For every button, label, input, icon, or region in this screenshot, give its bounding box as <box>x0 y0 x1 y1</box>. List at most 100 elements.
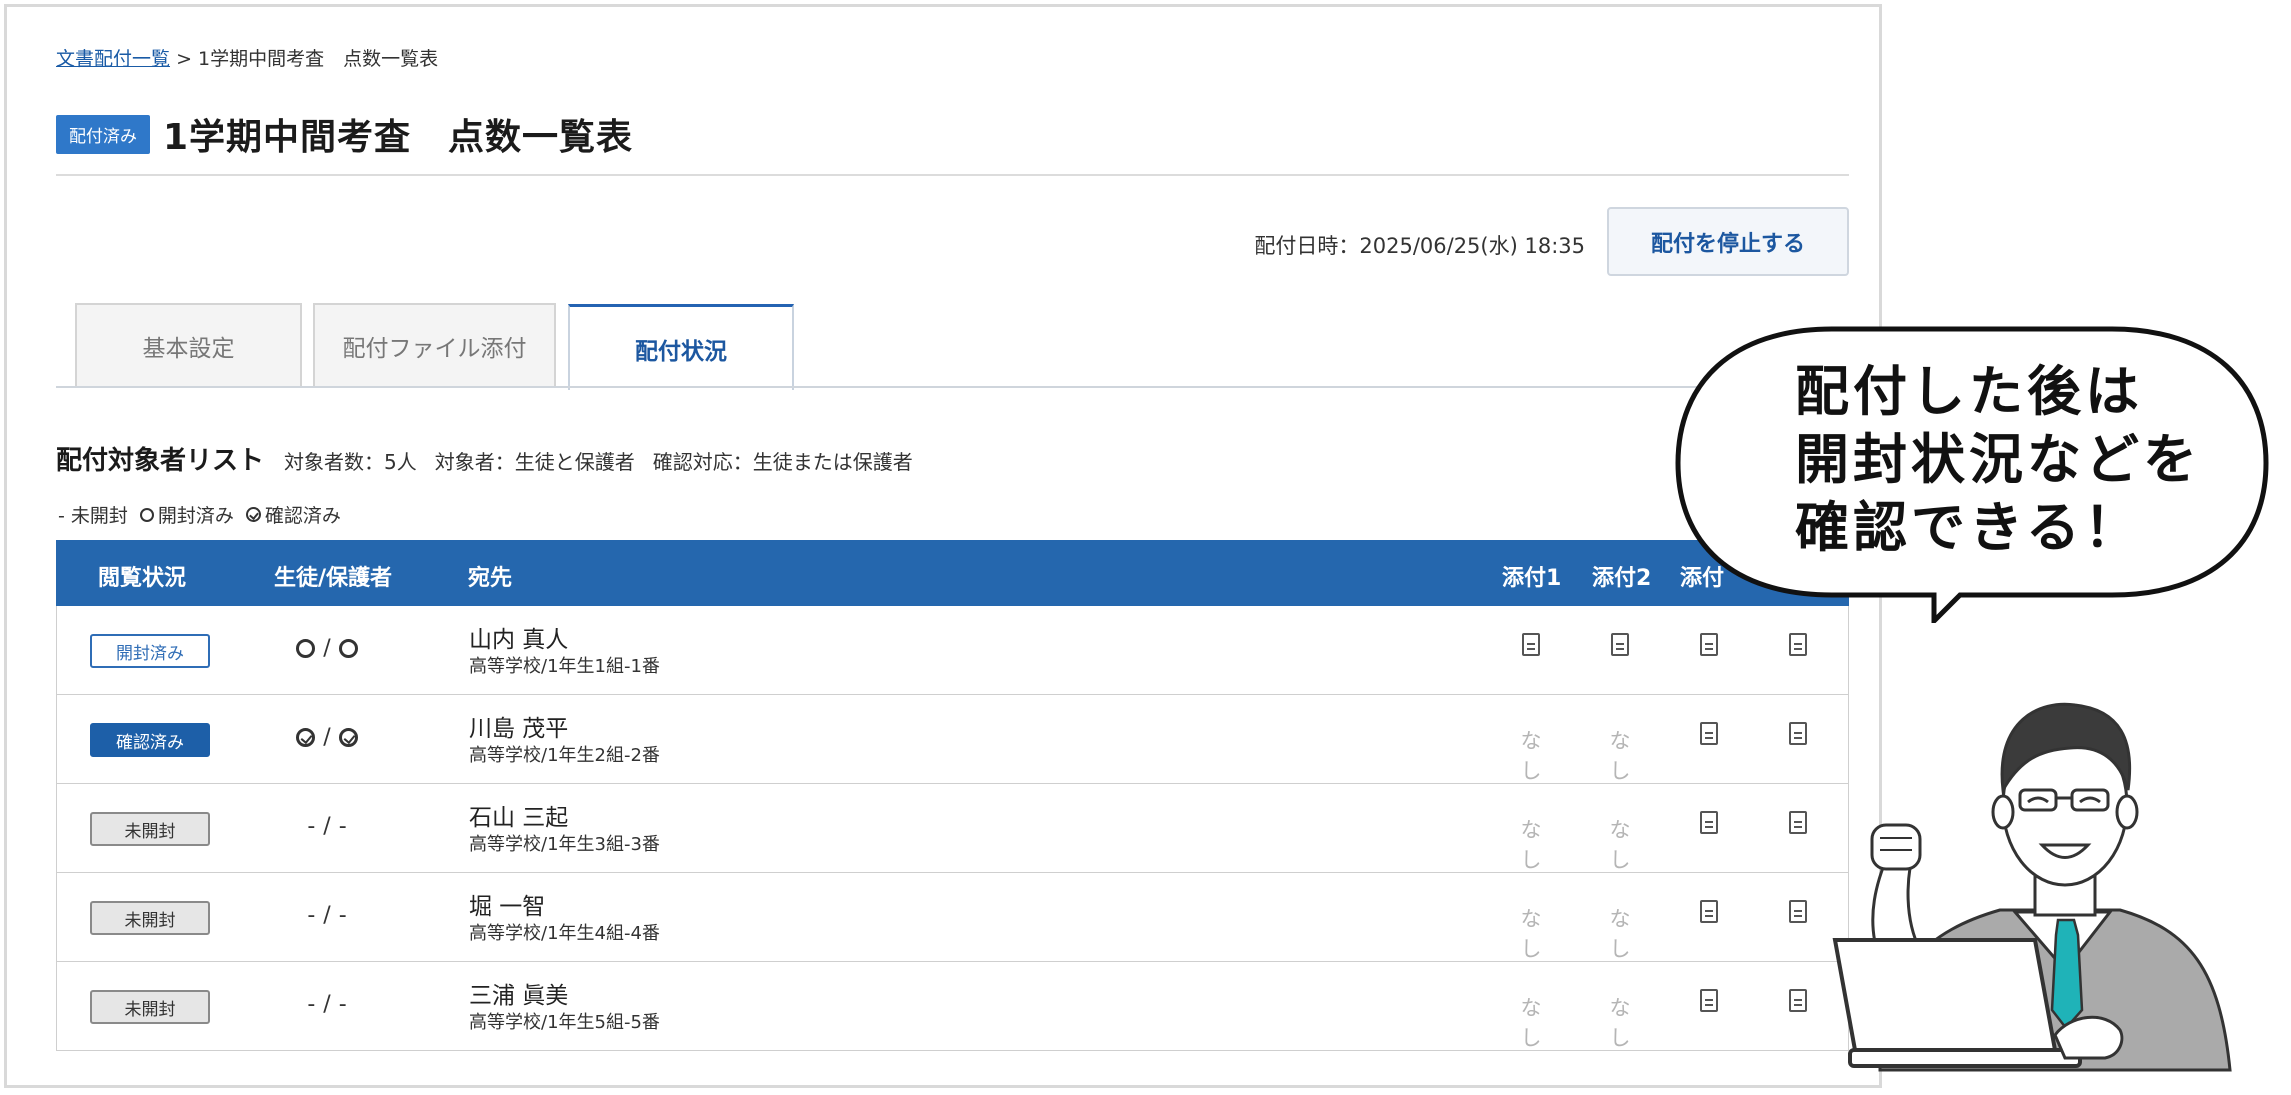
recipient-name: 山内 真人 <box>469 627 569 653</box>
attachment-4-document-icon[interactable] <box>1778 722 1818 751</box>
legend-opened: 開封済み <box>139 501 234 528</box>
breadcrumb-separator: > <box>176 48 192 70</box>
recipient-list-title: 配付対象者リスト <box>56 446 265 476</box>
recipient-school: 高等学校/1年生4組-4番 <box>469 923 660 944</box>
tabs-divider <box>56 386 1849 388</box>
col-attachment-2: 添付2 <box>1592 566 1652 591</box>
stop-distribution-button[interactable]: 配付を停止する <box>1607 207 1849 276</box>
dash-text: - <box>338 992 347 1017</box>
attachment-4-document-icon[interactable] <box>1778 633 1818 662</box>
legend-confirmed-label: 確認済み <box>264 505 341 527</box>
table-body: 開封済み / 山内 真人 高等学校/1年生1組-1番 確認済み / 川島 茂平 高等学校/1年… <box>56 606 1849 1051</box>
recipient-list-heading: 配付対象者リスト 対象者数：5人 対象者：生徒と保護者 確認対応：生徒または保護… <box>56 440 931 477</box>
recipient-count: 対象者数：5人 <box>284 450 417 474</box>
recipient-name: 石山 三起 <box>469 805 569 831</box>
attachment-2-none: なし <box>1609 729 1631 783</box>
breadcrumb-link-document-list[interactable]: 文書配付一覧 <box>56 48 170 70</box>
view-status-badge: 開封済み <box>90 634 210 668</box>
slash-text: / <box>323 992 331 1017</box>
status-tag: 配付済み <box>56 114 150 154</box>
attachment-1-none: なし <box>1520 729 1542 783</box>
legend-opened-label: 開封済み <box>157 505 234 527</box>
attachment-4-document-icon[interactable] <box>1778 900 1818 929</box>
student-guardian-status: / <box>247 725 407 750</box>
recipient-name: 三浦 眞美 <box>469 983 569 1009</box>
legend-unopened-label: - 未開封 <box>58 505 128 527</box>
view-status-badge: 確認済み <box>90 723 210 757</box>
student-guardian-status: - / - <box>247 903 407 928</box>
circle-icon <box>296 639 316 658</box>
circle-icon <box>338 639 358 658</box>
recipient-school: 高等学校/1年生5組-5番 <box>469 1012 660 1033</box>
recipient-confirm: 確認対応：生徒または保護者 <box>652 450 913 474</box>
attachment-2-none: なし <box>1609 996 1631 1050</box>
student-guardian-status: - / - <box>247 814 407 839</box>
title-divider <box>56 174 1849 176</box>
slash-text: / <box>323 814 331 839</box>
slash-text: / <box>323 636 331 661</box>
attachment-4-document-icon[interactable] <box>1778 989 1818 1018</box>
distribution-status-table: 閲覧状況 生徒/保護者 宛先 添付1 添付2 添付 開封済み / 山内 真人高等学校… <box>56 540 1849 1051</box>
circle-icon <box>139 507 154 522</box>
check-circle-icon <box>245 507 261 522</box>
title-row: 配付済み 1学期中間考査 点数一覧表 <box>56 108 633 160</box>
dash-text: - <box>307 814 316 839</box>
dash-text: - <box>338 814 347 839</box>
attachment-3-document-icon[interactable] <box>1689 722 1729 751</box>
student-guardian-status: / <box>247 636 407 661</box>
col-recipient: 宛先 <box>468 566 513 591</box>
legend-unopened: - 未開封 <box>58 501 128 528</box>
attachment-1-document-icon[interactable] <box>1511 633 1551 662</box>
table-row[interactable]: 確認済み / 川島 茂平高等学校/1年生2組-2番 なし なし <box>56 695 1849 784</box>
recipient-name: 堀 一智 <box>469 894 546 920</box>
status-legend: - 未開封 開封済み 確認済み <box>58 501 341 528</box>
view-status-badge: 未開封 <box>90 812 210 846</box>
attachment-2-none: なし <box>1609 818 1631 872</box>
attachment-1-none: なし <box>1520 907 1542 961</box>
view-status-badge: 未開封 <box>90 990 210 1024</box>
breadcrumb-current: 1学期中間考査 点数一覧表 <box>198 48 439 70</box>
col-student-guardian: 生徒/保護者 <box>274 566 393 591</box>
table-row[interactable]: 開封済み / 山内 真人高等学校/1年生1組-1番 <box>56 606 1849 695</box>
distribution-date: 配付日時：2025/06/25(水) 18:35 <box>1254 234 1585 258</box>
dash-text: - <box>338 903 347 928</box>
table-header: 閲覧状況 生徒/保護者 宛先 添付1 添付2 添付 <box>56 540 1849 606</box>
tab-basic-settings[interactable]: 基本設定 <box>75 303 302 387</box>
dash-text: - <box>307 903 316 928</box>
attachment-3-document-icon[interactable] <box>1689 633 1729 662</box>
attachment-1-none: なし <box>1520 996 1542 1050</box>
tab-distribution-status[interactable]: 配付状況 <box>568 304 794 390</box>
attachment-3-document-icon[interactable] <box>1689 989 1729 1018</box>
check-circle-icon <box>338 728 358 747</box>
table-row[interactable]: 未開封 - / - 堀 一智高等学校/1年生4組-4番 なし なし <box>56 873 1849 962</box>
col-attachment-1: 添付1 <box>1502 566 1562 591</box>
speech-line-2: 開封状況などを <box>1795 428 2201 491</box>
recipient-targets: 対象者：生徒と保護者 <box>434 450 635 474</box>
student-guardian-status: - / - <box>247 992 407 1017</box>
slash-text: / <box>323 725 331 750</box>
speech-line-3: 確認できる！ <box>1795 496 2142 559</box>
view-status-badge: 未開封 <box>90 901 210 935</box>
attachment-2-none: なし <box>1609 907 1631 961</box>
check-circle-icon <box>296 728 316 747</box>
recipient-name: 川島 茂平 <box>469 716 569 742</box>
attachment-2-document-icon[interactable] <box>1600 633 1640 662</box>
slash-text: / <box>323 903 331 928</box>
tab-file-attachment[interactable]: 配付ファイル添付 <box>313 303 556 387</box>
dash-text: - <box>307 992 316 1017</box>
recipient-school: 高等学校/1年生2組-2番 <box>469 745 660 766</box>
table-row[interactable]: 未開封 - / - 石山 三起高等学校/1年生3組-3番 なし なし <box>56 784 1849 873</box>
recipient-school: 高等学校/1年生1組-1番 <box>469 656 660 677</box>
legend-confirmed: 確認済み <box>245 501 341 528</box>
table-row[interactable]: 未開封 - / - 三浦 眞美高等学校/1年生5組-5番 なし なし <box>56 962 1849 1051</box>
attachment-3-document-icon[interactable] <box>1689 900 1729 929</box>
recipient-school: 高等学校/1年生3組-3番 <box>469 834 660 855</box>
attachment-1-none: なし <box>1520 818 1542 872</box>
businessman-illustration <box>1832 702 2232 1072</box>
breadcrumb: 文書配付一覧 > 1学期中間考査 点数一覧表 <box>56 44 438 71</box>
speech-bubble-text: 配付した後は 開封状況などを 確認できる！ <box>1795 358 2201 562</box>
attachment-3-document-icon[interactable] <box>1689 811 1729 840</box>
attachment-4-document-icon[interactable] <box>1778 811 1818 840</box>
page-title: 1学期中間考査 点数一覧表 <box>163 117 634 158</box>
col-view-status: 閲覧状況 <box>98 566 187 591</box>
